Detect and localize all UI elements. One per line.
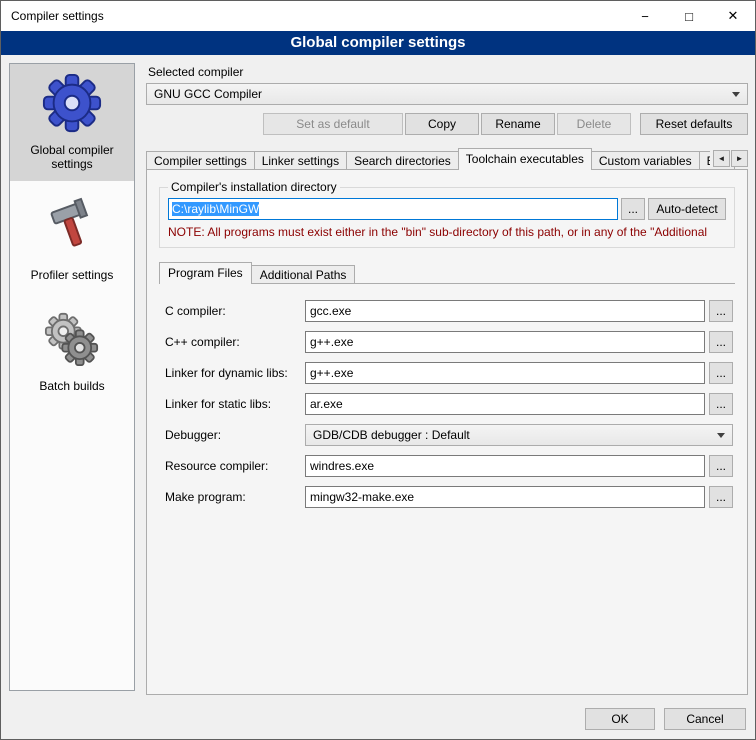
maximize-button[interactable]: □ [667, 1, 711, 31]
debugger-value: GDB/CDB debugger : Default [313, 428, 711, 442]
static-linker-label: Linker for static libs: [165, 397, 305, 411]
static-linker-browse-button[interactable]: ... [709, 393, 733, 415]
tab-custom-variables[interactable]: Custom variables [591, 151, 700, 169]
sidebar-item-global-compiler-settings[interactable]: Global compiler settings [10, 64, 134, 181]
make-program-input[interactable] [305, 486, 705, 508]
titlebar: Compiler settings − □ ✕ [1, 1, 755, 31]
dynamic-linker-label: Linker for dynamic libs: [165, 366, 305, 380]
cpp-compiler-label: C++ compiler: [165, 335, 305, 349]
dynamic-linker-input[interactable] [305, 362, 705, 384]
autodetect-button[interactable]: Auto-detect [648, 198, 726, 220]
reset-defaults-button[interactable]: Reset defaults [640, 113, 748, 135]
ok-button[interactable]: OK [585, 708, 655, 730]
tab-linker-settings[interactable]: Linker settings [254, 151, 347, 169]
cancel-button[interactable]: Cancel [664, 708, 746, 730]
make-program-label: Make program: [165, 490, 305, 504]
c-compiler-input[interactable] [305, 300, 705, 322]
resource-compiler-input[interactable] [305, 455, 705, 477]
c-compiler-browse-button[interactable]: ... [709, 300, 733, 322]
minimize-icon: − [641, 9, 649, 24]
install-dir-input[interactable]: C:\raylib\MinGW [168, 198, 618, 220]
tab-toolchain-executables[interactable]: Toolchain executables [458, 148, 592, 170]
dialog-footer: OK Cancel [585, 708, 746, 730]
sidebar-item-label: Global compiler settings [13, 143, 131, 171]
tab-scroll-controls: ◄ ► [710, 150, 748, 167]
sidebar-item-label: Batch builds [13, 379, 131, 393]
tab-compiler-settings[interactable]: Compiler settings [146, 151, 255, 169]
maximize-icon: □ [685, 9, 693, 24]
cpp-compiler-input[interactable] [305, 331, 705, 353]
program-files-pane: C compiler: ... C++ compiler: ... Linker… [159, 283, 735, 508]
minimize-button[interactable]: − [623, 1, 667, 31]
c-compiler-row: C compiler: ... [165, 300, 733, 322]
resource-compiler-browse-button[interactable]: ... [709, 455, 733, 477]
install-dir-note: NOTE: All programs must exist either in … [168, 225, 726, 239]
make-program-browse-button[interactable]: ... [709, 486, 733, 508]
close-button[interactable]: ✕ [711, 1, 755, 31]
install-dir-group-label: Compiler's installation directory [168, 180, 340, 194]
install-dir-groupbox: Compiler's installation directory C:\ray… [159, 180, 735, 248]
window-controls: − □ ✕ [623, 1, 755, 31]
selected-compiler-value: GNU GCC Compiler [154, 87, 726, 101]
static-linker-input[interactable] [305, 393, 705, 415]
install-dir-browse-button[interactable]: ... [621, 198, 645, 220]
sidebar-item-profiler-settings[interactable]: Profiler settings [10, 189, 134, 292]
tab-scroll-right-button[interactable]: ► [731, 150, 748, 167]
resource-compiler-label: Resource compiler: [165, 459, 305, 473]
debugger-select[interactable]: GDB/CDB debugger : Default [305, 424, 733, 446]
page-title: Global compiler settings [1, 31, 755, 55]
arrow-left-icon: ◄ [718, 154, 726, 163]
main-content: Selected compiler GNU GCC Compiler Set a… [146, 63, 748, 695]
make-program-row: Make program: ... [165, 486, 733, 508]
window-title: Compiler settings [1, 9, 104, 23]
c-compiler-label: C compiler: [165, 304, 305, 318]
dynamic-linker-row: Linker for dynamic libs: ... [165, 362, 733, 384]
tab-search-directories[interactable]: Search directories [346, 151, 459, 169]
static-linker-row: Linker for static libs: ... [165, 393, 733, 415]
chevron-down-icon [732, 92, 740, 97]
rename-button[interactable]: Rename [481, 113, 555, 135]
install-dir-value: C:\raylib\MinGW [172, 202, 259, 216]
cpp-compiler-browse-button[interactable]: ... [709, 331, 733, 353]
batch-gears-icon [41, 308, 103, 370]
settings-sidebar: Global compiler settings Profiler settin… [9, 63, 135, 691]
selected-compiler-select[interactable]: GNU GCC Compiler [146, 83, 748, 105]
copy-button[interactable]: Copy [405, 113, 479, 135]
compiler-actions: Set as default Copy Rename Delete Reset … [146, 113, 748, 135]
set-as-default-button[interactable]: Set as default [263, 113, 403, 135]
gear-icon [41, 72, 103, 134]
resource-compiler-row: Resource compiler: ... [165, 455, 733, 477]
toolchain-executables-panel: Compiler's installation directory C:\ray… [146, 169, 748, 695]
dynamic-linker-browse-button[interactable]: ... [709, 362, 733, 384]
compiler-settings-window: Compiler settings − □ ✕ Global compiler … [0, 0, 756, 740]
program-tabstrip: Program Files Additional Paths [159, 262, 735, 283]
close-icon: ✕ [728, 8, 739, 24]
profiler-icon [41, 197, 103, 259]
settings-tabstrip: Compiler settings Linker settings Search… [146, 148, 748, 169]
sidebar-item-label: Profiler settings [13, 268, 131, 282]
sidebar-item-batch-builds[interactable]: Batch builds [10, 300, 134, 403]
chevron-down-icon [717, 433, 725, 438]
delete-button[interactable]: Delete [557, 113, 631, 135]
debugger-label: Debugger: [165, 428, 305, 442]
selected-compiler-label: Selected compiler [148, 65, 748, 79]
tab-additional-paths[interactable]: Additional Paths [251, 265, 356, 283]
arrow-right-icon: ► [736, 154, 744, 163]
debugger-row: Debugger: GDB/CDB debugger : Default [165, 424, 733, 446]
tab-program-files[interactable]: Program Files [159, 262, 252, 284]
cpp-compiler-row: C++ compiler: ... [165, 331, 733, 353]
install-dir-row: C:\raylib\MinGW ... Auto-detect [168, 198, 726, 220]
tab-scroll-left-button[interactable]: ◄ [713, 150, 730, 167]
